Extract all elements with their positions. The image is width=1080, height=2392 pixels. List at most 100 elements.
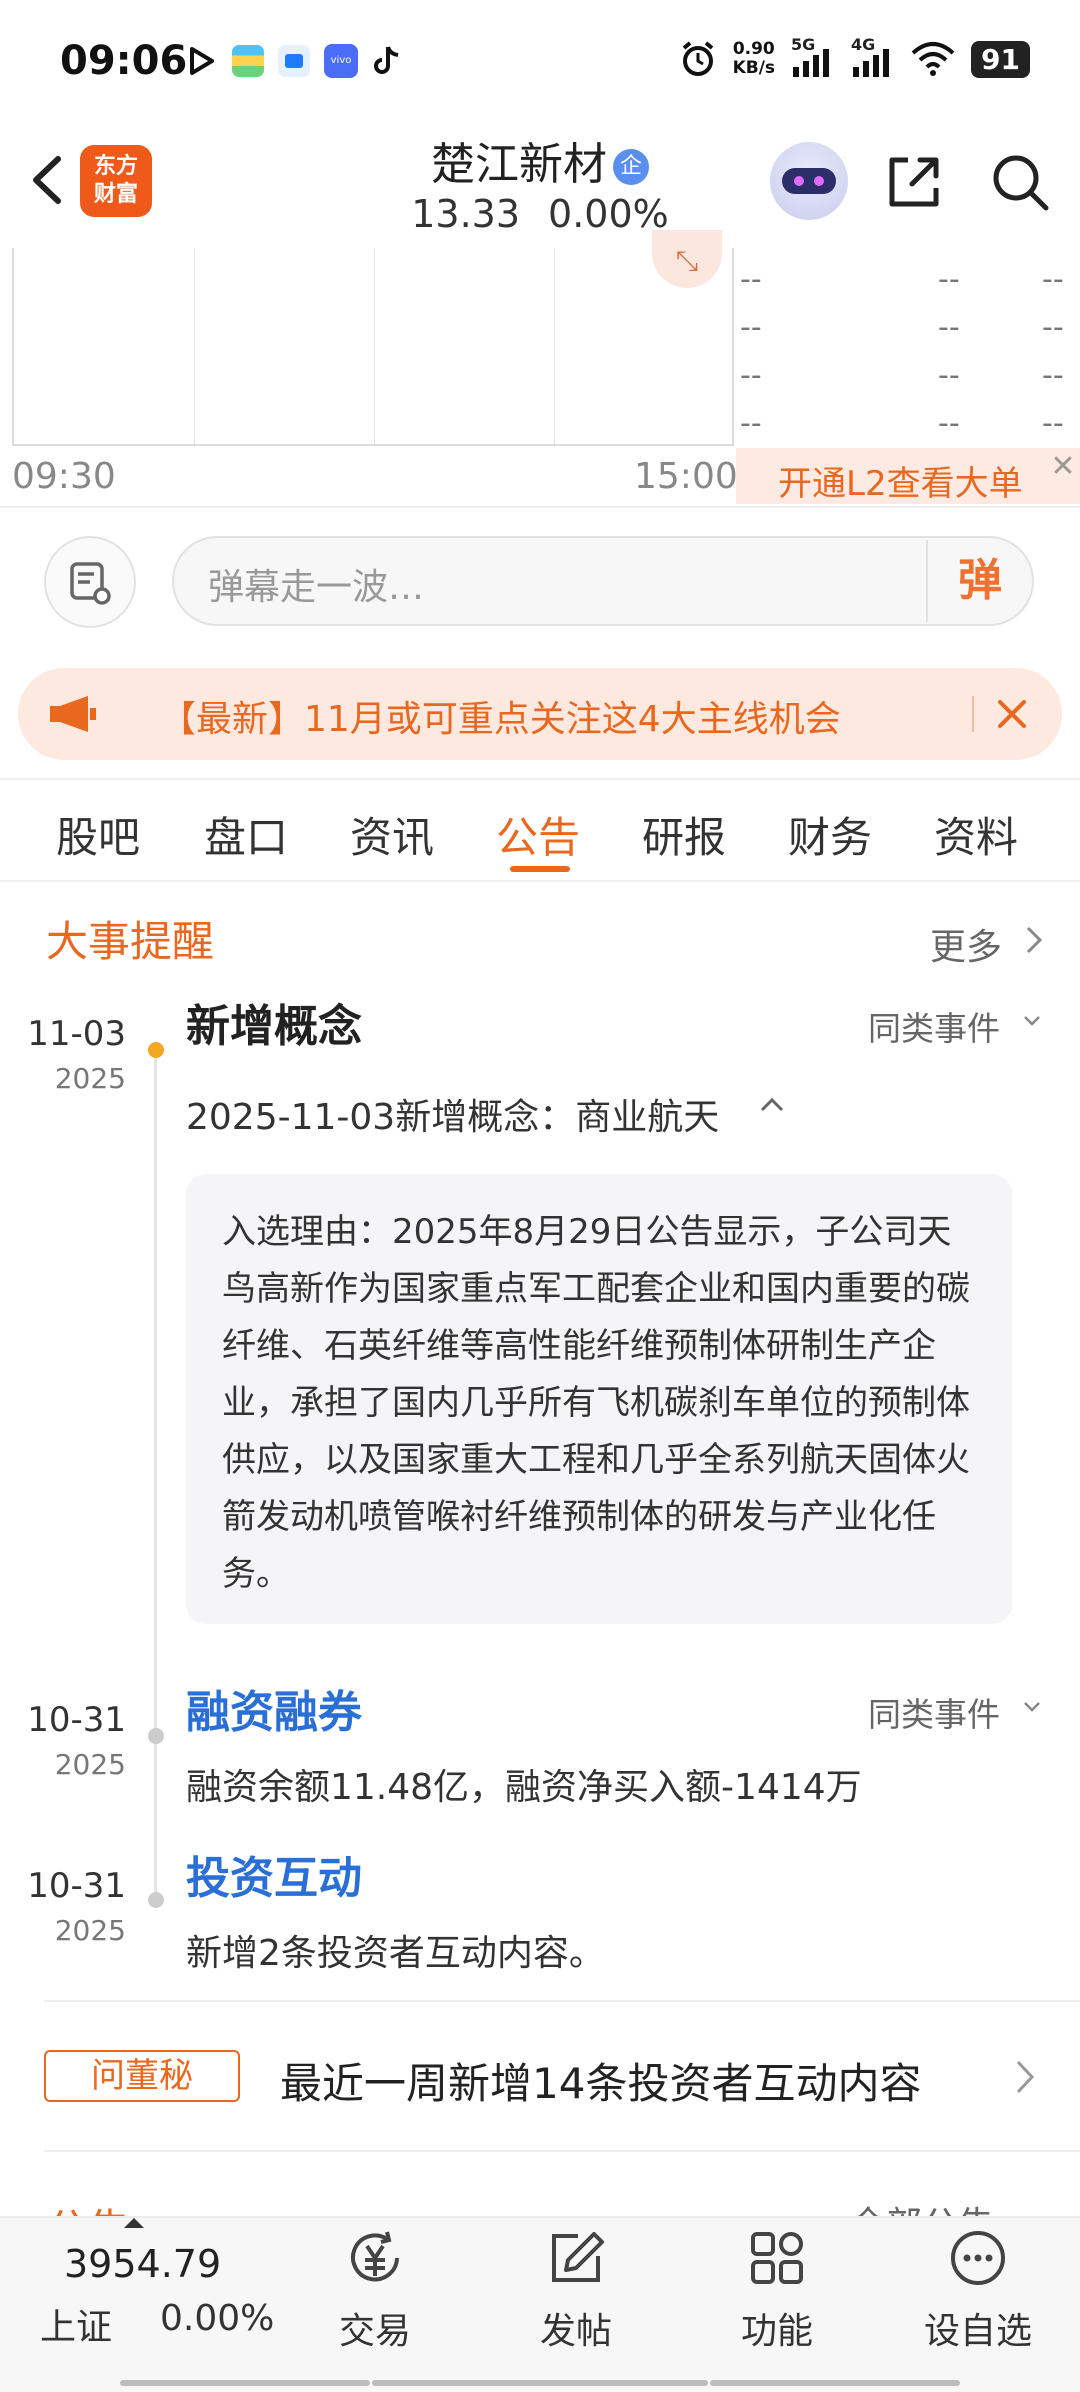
ob-cell: -- [938, 262, 960, 297]
timeline-dot [148, 1892, 164, 1908]
nav-functions[interactable]: 功能 [707, 2226, 847, 2354]
ai-assistant-avatar[interactable] [770, 142, 848, 220]
more-events-link[interactable]: 更多 [930, 918, 1002, 970]
chevron-down-icon[interactable] [1022, 1700, 1042, 1714]
divider [44, 2150, 1080, 2152]
chevron-right-icon[interactable] [1014, 2058, 1036, 2096]
messenger-app-icon [278, 45, 310, 77]
net-speed: 0.90 KB/s [733, 40, 775, 78]
l2-upgrade-button[interactable]: 开通L2查看大单 [736, 448, 1080, 504]
timeline-line [154, 1048, 157, 1902]
ob-cell: -- [740, 262, 762, 297]
divider [44, 2000, 1080, 2002]
intraday-chart[interactable] [12, 248, 734, 446]
l2-close-icon[interactable]: ✕ [1046, 450, 1080, 484]
divider [0, 506, 1080, 508]
ob-cell: -- [938, 358, 960, 393]
news-banner-text[interactable]: 【最新】11月或可重点关注这4大主线机会 [160, 690, 841, 742]
timeline-dot-active [148, 1042, 164, 1058]
share-icon[interactable] [882, 150, 946, 214]
order-book-row: -- -- -- [736, 262, 1080, 310]
megaphone-icon [50, 696, 96, 732]
order-book-row: -- -- -- [736, 406, 1080, 454]
nav-post[interactable]: 发帖 [506, 2226, 646, 2354]
event-date: 10-31 [27, 1866, 126, 1906]
status-app-icons: vivo [184, 44, 402, 78]
event-year: 2025 [54, 1748, 126, 1781]
chevron-right-icon[interactable] [1024, 924, 1044, 956]
ob-cell: -- [938, 406, 960, 441]
nav-post-label: 发帖 [539, 2311, 612, 2352]
tab-finance[interactable]: 财务 [788, 804, 872, 865]
gesture-bar [372, 2380, 708, 2386]
ob-cell: -- [740, 406, 762, 441]
danmu-settings-button[interactable] [44, 536, 136, 628]
net-speed-unit: KB/s [732, 58, 776, 78]
banner-close-icon[interactable] [990, 692, 1034, 736]
play-icon [190, 47, 214, 75]
chart-time-end: 15:00 [634, 456, 738, 497]
caret-up-icon[interactable] [124, 2218, 144, 2228]
ob-cell: -- [1042, 262, 1064, 297]
signal-5g-label: 5G [791, 35, 816, 54]
tab-profile[interactable]: 资料 [934, 804, 1018, 865]
event-date: 11-03 [27, 1014, 126, 1054]
event-detail[interactable]: 2025-11-03新增概念：商业航天 [186, 1088, 719, 1140]
tiktok-icon [374, 46, 399, 74]
tab-news[interactable]: 资讯 [350, 804, 434, 865]
same-event-filter[interactable]: 同类事件 [868, 1688, 1000, 1736]
event-title-margin-trading[interactable]: 融资融券 [186, 1676, 362, 1740]
nav-trade-label: 交易 [338, 2311, 411, 2352]
tab-guba[interactable]: 股吧 [56, 804, 140, 865]
active-tab-indicator [510, 866, 570, 872]
ob-cell: -- [740, 358, 762, 393]
tab-research[interactable]: 研报 [642, 804, 726, 865]
apps-grid-icon [751, 2232, 803, 2284]
section-title-events: 大事提醒 [46, 917, 215, 966]
chevron-up-icon[interactable] [758, 1094, 786, 1114]
nav-trade[interactable]: 交易 [305, 2226, 445, 2354]
danmu-divider [926, 540, 928, 622]
enterprise-badge: 企 [613, 149, 649, 185]
event-title: 新增概念 [186, 1001, 362, 1052]
ob-cell: -- [938, 310, 960, 345]
search-icon[interactable] [988, 150, 1052, 214]
timeline-dot [148, 1728, 164, 1744]
signal-4g-icon: 4G [851, 35, 895, 77]
trade-icon [351, 2231, 399, 2282]
status-right: 0.90 KB/s 5G 4G 91 [679, 35, 1030, 78]
divider [0, 880, 1080, 882]
index-name[interactable]: 上证 [40, 2298, 112, 2350]
tab-announcements[interactable]: 公告 [496, 804, 580, 865]
wallet-app-icon [232, 45, 264, 77]
event-year: 2025 [54, 1062, 126, 1095]
order-book-row: -- -- -- [736, 358, 1080, 406]
chevron-down-icon[interactable] [1022, 1014, 1042, 1028]
nav-add-watchlist-label: 设自选 [923, 2311, 1032, 2352]
tab-pankou[interactable]: 盘口 [204, 804, 288, 865]
nav-add-watchlist[interactable]: 设自选 [908, 2226, 1048, 2354]
order-book-row: -- -- -- [736, 310, 1080, 358]
stock-price: 13.33 [411, 192, 521, 236]
event-detail: 融资余额11.48亿，融资净买入额-1414万 [186, 1767, 862, 1808]
alarm-icon [682, 41, 713, 76]
nav-functions-label: 功能 [740, 2311, 813, 2352]
qa-summary-link[interactable]: 最近一周新增14条投资者互动内容 [280, 2050, 921, 2111]
event-title-investor-interaction[interactable]: 投资互动 [186, 1842, 362, 1906]
same-event-filter[interactable]: 同类事件 [868, 1002, 1000, 1050]
vivo-app-icon: vivo [324, 44, 358, 78]
index-value[interactable]: 3954.79 [64, 2242, 221, 2286]
net-speed-value: 0.90 [732, 39, 775, 59]
chart-time-start: 09:30 [12, 456, 116, 497]
wifi-icon [911, 42, 955, 76]
ob-cell: -- [1042, 310, 1064, 345]
order-book: -- -- -- -- -- -- -- -- -- -- -- -- [736, 262, 1080, 454]
danmu-placeholder: 弹幕走一波… [208, 567, 425, 608]
event-date: 10-31 [27, 1700, 126, 1740]
stock-name: 楚江新材 [431, 139, 607, 190]
status-bar: 09:06 vivo 0.90 KB/s 5G 4G 91 [0, 0, 1080, 130]
stock-change: 0.00% [548, 192, 669, 236]
danmu-send-button[interactable]: 弹 [930, 540, 1030, 622]
index-change[interactable]: 0.00% [160, 2298, 274, 2339]
signal-5g-icon: 5G [791, 35, 835, 77]
